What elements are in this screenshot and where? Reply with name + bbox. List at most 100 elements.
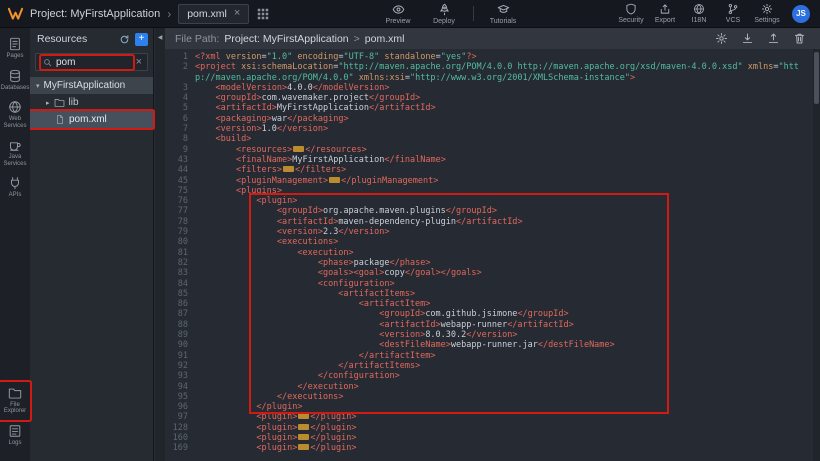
wavemaker-logo[interactable] bbox=[0, 0, 30, 28]
code-text[interactable]: <destFileName>webapp-runner.jar</destFil… bbox=[195, 340, 820, 350]
code-text[interactable]: <filters></filters> bbox=[195, 165, 820, 175]
code-line[interactable]: 96 </plugin> bbox=[165, 402, 820, 412]
code-text[interactable]: <finalName>MyFirstApplication</finalName… bbox=[195, 155, 820, 165]
code-text[interactable]: <version>2.3</version> bbox=[195, 227, 820, 237]
editor-scrollbar[interactable] bbox=[813, 49, 820, 461]
code-line[interactable]: 3 <modelVersion>4.0.0</modelVersion> bbox=[165, 83, 820, 93]
code-line[interactable]: 84 <configuration> bbox=[165, 279, 820, 289]
rail-item-pages[interactable]: Pages bbox=[0, 33, 30, 65]
tree-node-project[interactable]: ▾ MyFirstApplication bbox=[30, 77, 153, 94]
code-line[interactable]: 75 <plugins> bbox=[165, 186, 820, 196]
code-line[interactable]: 77 <groupId>org.apache.maven.plugins</gr… bbox=[165, 206, 820, 216]
code-fold-icon[interactable] bbox=[298, 434, 309, 440]
code-text[interactable]: </executions> bbox=[195, 392, 820, 402]
code-text[interactable]: <execution> bbox=[195, 248, 820, 258]
code-text[interactable]: <plugin></plugin> bbox=[195, 412, 820, 422]
rail-item-apis[interactable]: APIs bbox=[0, 172, 30, 204]
code-fold-icon[interactable] bbox=[283, 166, 294, 172]
code-line[interactable]: 5 <artifactId>MyFirstApplication</artifa… bbox=[165, 103, 820, 113]
tab-close-icon[interactable]: × bbox=[234, 8, 240, 19]
code-fold-icon[interactable] bbox=[298, 424, 309, 430]
code-line[interactable]: 45 <pluginManagement></pluginManagement> bbox=[165, 176, 820, 186]
code-text[interactable]: <resources></resources> bbox=[195, 145, 820, 155]
code-line[interactable]: 2<project xsi:schemaLocation="http://mav… bbox=[165, 62, 820, 83]
code-line[interactable]: 88 <artifactId>webapp-runner</artifactId… bbox=[165, 320, 820, 330]
code-line[interactable]: 78 <artifactId>maven-dependency-plugin</… bbox=[165, 217, 820, 227]
search-input[interactable] bbox=[56, 57, 131, 68]
code-line[interactable]: 8 <build> bbox=[165, 134, 820, 144]
code-line[interactable]: 92 </artifactItems> bbox=[165, 361, 820, 371]
code-line[interactable]: 7 <version>1.0</version> bbox=[165, 124, 820, 134]
code-line[interactable]: 87 <groupId>com.github.jsimone</groupId> bbox=[165, 309, 820, 319]
code-fold-icon[interactable] bbox=[298, 413, 309, 419]
code-line[interactable]: 76 <plugin> bbox=[165, 196, 820, 206]
grid-menu-icon[interactable] bbox=[257, 8, 269, 20]
code-text[interactable]: <goals><goal>copy</goal></goals> bbox=[195, 268, 820, 278]
code-line[interactable]: 44 <filters></filters> bbox=[165, 165, 820, 175]
tab-pom-xml[interactable]: pom.xml × bbox=[178, 4, 249, 24]
code-fold-icon[interactable] bbox=[293, 146, 304, 152]
code-line[interactable]: 169 <plugin></plugin> bbox=[165, 443, 820, 453]
code-fold-icon[interactable] bbox=[329, 177, 340, 183]
scrollbar-thumb[interactable] bbox=[814, 52, 819, 104]
code-line[interactable]: 160 <plugin></plugin> bbox=[165, 433, 820, 443]
code-text[interactable]: <plugin></plugin> bbox=[195, 423, 820, 433]
rail-item-file-explorer[interactable]: File Explorer bbox=[0, 382, 30, 420]
code-line[interactable]: 9 <resources></resources> bbox=[165, 145, 820, 155]
code-text[interactable]: <artifactItems> bbox=[195, 289, 820, 299]
preview-button[interactable]: Preview bbox=[375, 0, 421, 28]
code-line[interactable]: 91 </artifactItem> bbox=[165, 351, 820, 361]
code-line[interactable]: 97 <plugin></plugin> bbox=[165, 412, 820, 422]
code-line[interactable]: 128 <plugin></plugin> bbox=[165, 423, 820, 433]
tree-node-pom-xml[interactable]: pom.xml bbox=[30, 111, 153, 128]
delete-file-icon[interactable] bbox=[793, 32, 806, 45]
code-line[interactable]: 85 <artifactItems> bbox=[165, 289, 820, 299]
rail-item-databases[interactable]: Databases bbox=[0, 65, 30, 97]
vcs-button[interactable]: VCS bbox=[716, 0, 750, 28]
upload-file-icon[interactable] bbox=[767, 32, 780, 45]
code-text[interactable]: <modelVersion>4.0.0</modelVersion> bbox=[195, 83, 820, 93]
code-text[interactable]: <project xsi:schemaLocation="http://mave… bbox=[195, 62, 820, 83]
deploy-button[interactable]: Deploy bbox=[421, 0, 467, 28]
code-editor[interactable]: 1<?xml version="1.0" encoding="UTF-8" st… bbox=[165, 49, 820, 461]
code-text[interactable]: <plugin></plugin> bbox=[195, 433, 820, 443]
code-text[interactable]: </artifactItems> bbox=[195, 361, 820, 371]
security-button[interactable]: Security bbox=[614, 0, 648, 28]
user-avatar[interactable]: JS bbox=[792, 5, 810, 23]
code-fold-icon[interactable] bbox=[298, 444, 309, 450]
code-line[interactable]: 1<?xml version="1.0" encoding="UTF-8" st… bbox=[165, 52, 820, 62]
code-line[interactable]: 89 <version>8.0.30.2</version> bbox=[165, 330, 820, 340]
rail-item-java-services[interactable]: Java Services bbox=[0, 134, 30, 172]
code-line[interactable]: 86 <artifactItem> bbox=[165, 299, 820, 309]
rail-item-logs[interactable]: Logs bbox=[0, 420, 30, 452]
rail-item-web-services[interactable]: Web Services bbox=[0, 96, 30, 134]
code-text[interactable]: <packaging>war</packaging> bbox=[195, 114, 820, 124]
code-text[interactable]: <version>1.0</version> bbox=[195, 124, 820, 134]
code-text[interactable]: <phase>package</phase> bbox=[195, 258, 820, 268]
code-text[interactable]: </configuration> bbox=[195, 371, 820, 381]
code-line[interactable]: 94 </execution> bbox=[165, 382, 820, 392]
code-text[interactable]: </artifactItem> bbox=[195, 351, 820, 361]
code-text[interactable]: <build> bbox=[195, 134, 820, 144]
export-button[interactable]: Export bbox=[648, 0, 682, 28]
code-text[interactable]: <version>8.0.30.2</version> bbox=[195, 330, 820, 340]
clear-search-icon[interactable]: × bbox=[136, 56, 142, 68]
code-line[interactable]: 4 <groupId>com.wavemaker.project</groupI… bbox=[165, 93, 820, 103]
settings-button[interactable]: Settings bbox=[750, 0, 784, 28]
code-text[interactable]: <groupId>com.github.jsimone</groupId> bbox=[195, 309, 820, 319]
code-text[interactable]: </execution> bbox=[195, 382, 820, 392]
code-text[interactable]: <?xml version="1.0" encoding="UTF-8" sta… bbox=[195, 52, 820, 62]
code-text[interactable]: <groupId>org.apache.maven.plugins</group… bbox=[195, 206, 820, 216]
download-file-icon[interactable] bbox=[741, 32, 754, 45]
code-text[interactable]: <plugin></plugin> bbox=[195, 443, 820, 453]
tree-node-lib[interactable]: ▸ lib bbox=[30, 94, 153, 111]
code-text[interactable]: <artifactItem> bbox=[195, 299, 820, 309]
code-text[interactable]: <artifactId>maven-dependency-plugin</art… bbox=[195, 217, 820, 227]
code-text[interactable]: <executions> bbox=[195, 237, 820, 247]
code-line[interactable]: 81 <execution> bbox=[165, 248, 820, 258]
code-text[interactable]: <artifactId>webapp-runner</artifactId> bbox=[195, 320, 820, 330]
code-line[interactable]: 80 <executions> bbox=[165, 237, 820, 247]
code-text[interactable]: </plugin> bbox=[195, 402, 820, 412]
code-line[interactable]: 90 <destFileName>webapp-runner.jar</dest… bbox=[165, 340, 820, 350]
file-settings-gear-icon[interactable] bbox=[715, 32, 728, 45]
